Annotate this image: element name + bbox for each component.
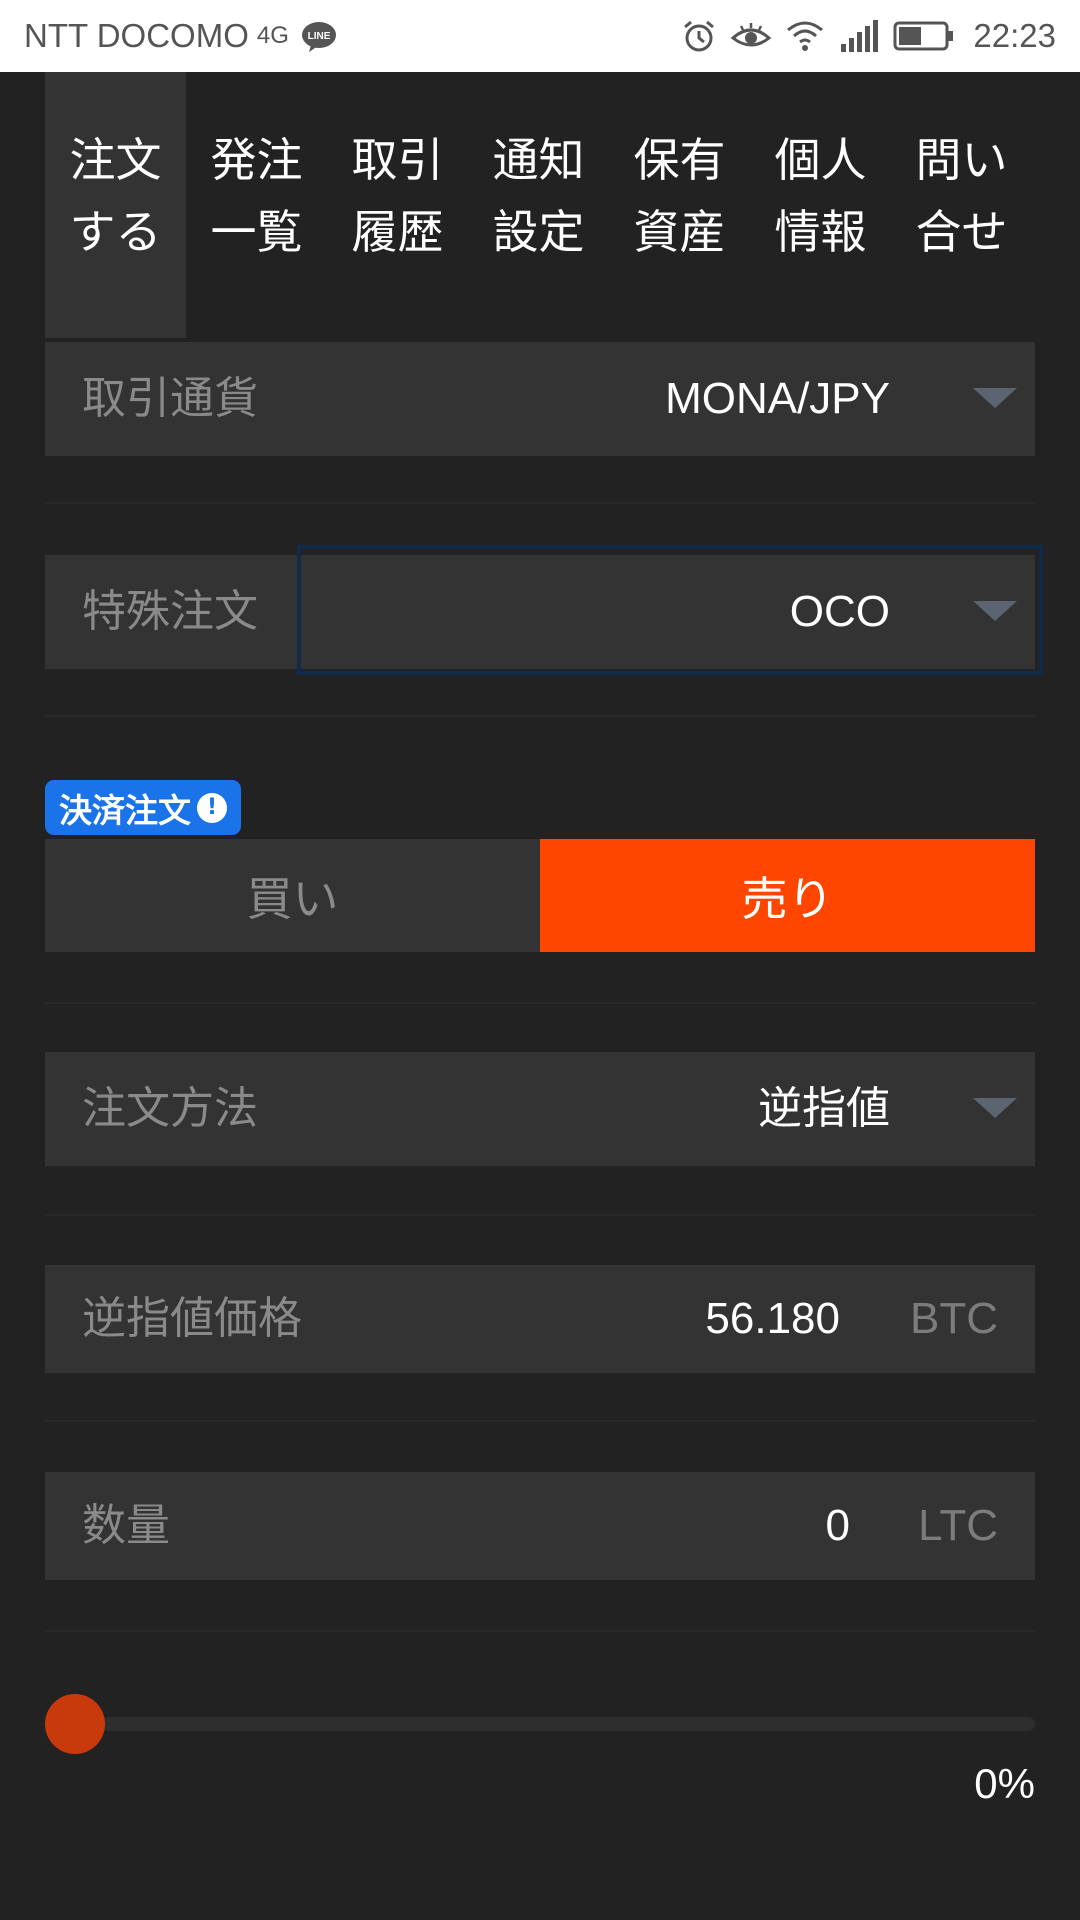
quantity-input[interactable]: 0 — [826, 1472, 850, 1580]
info-icon[interactable]: ! — [197, 792, 227, 823]
tab-trade-history[interactable]: 取引 履歴 — [327, 72, 468, 338]
order-method-select[interactable]: 注文方法 逆指値 — [45, 1052, 1035, 1166]
order-method-label: 注文方法 — [82, 1083, 258, 1134]
order-method-value: 逆指値 — [758, 1084, 890, 1133]
divider — [45, 1002, 1035, 1004]
quantity-field[interactable]: 数量 0 LTC — [45, 1472, 1035, 1580]
tab-place-order[interactable]: 注文 する — [45, 72, 186, 338]
alarm-icon — [684, 20, 715, 52]
tab-label-line1: 発注 — [210, 133, 303, 187]
battery-icon — [893, 21, 954, 51]
tab-personal-info[interactable]: 個人 情報 — [750, 72, 891, 338]
tab-label-line1: 取引 — [351, 133, 444, 187]
eye-icon — [731, 23, 772, 47]
network-type: 4G — [256, 22, 289, 49]
divider — [45, 1420, 1035, 1422]
tab-label-line1: 問い — [915, 133, 1008, 187]
buy-button[interactable]: 買い — [45, 839, 540, 952]
clock-time: 22:23 — [973, 17, 1056, 54]
tab-label-line2: する — [69, 205, 162, 259]
tab-label-line1: 保有 — [633, 133, 726, 187]
tab-notification-settings[interactable]: 通知 設定 — [468, 72, 609, 338]
chevron-down-icon — [973, 1098, 1017, 1118]
carrier-name: NTT DOCOMO — [24, 17, 249, 54]
tab-label-line2: 設定 — [492, 205, 585, 259]
signal-icon — [841, 20, 879, 52]
tab-label-line1: 個人 — [774, 133, 867, 187]
pair-select[interactable]: 取引通貨 MONA/JPY — [45, 342, 1035, 456]
side-toggle: 買い 売り — [45, 839, 1035, 952]
pair-value: MONA/JPY — [665, 374, 890, 423]
divider — [45, 1630, 1035, 1632]
quantity-unit: LTC — [918, 1501, 998, 1550]
tab-label-line2: 資産 — [633, 205, 726, 259]
tab-label-line2: 一覧 — [210, 205, 303, 259]
pair-label: 取引通貨 — [82, 373, 258, 424]
sell-button[interactable]: 売り — [540, 839, 1035, 952]
tab-holdings[interactable]: 保有 資産 — [609, 72, 750, 338]
chevron-down-icon — [973, 388, 1017, 408]
tab-label-line2: 合せ — [915, 205, 1008, 259]
tab-label-line1: 通知 — [492, 133, 585, 187]
tab-order-list[interactable]: 発注 一覧 — [186, 72, 327, 338]
quantity-slider-track[interactable] — [80, 1717, 1035, 1731]
quantity-slider-thumb[interactable] — [45, 1694, 105, 1754]
tab-contact[interactable]: 問い 合せ — [891, 72, 1032, 338]
slider-percent: 0% — [974, 1760, 1035, 1807]
line-badge-text: LINE — [308, 31, 331, 42]
stop-price-label: 逆指値価格 — [82, 1293, 302, 1344]
focus-outline — [297, 545, 1043, 675]
divider — [45, 502, 1035, 504]
divider — [45, 715, 1035, 717]
settlement-order-badge[interactable]: 決済注文 ! — [45, 780, 241, 835]
special-order-label: 特殊注文 — [82, 586, 258, 637]
stop-price-unit: BTC — [910, 1294, 998, 1343]
line-app-icon: LINE — [301, 21, 337, 52]
tab-label-line2: 履歴 — [351, 205, 444, 259]
quantity-label: 数量 — [82, 1500, 170, 1551]
divider — [45, 1214, 1035, 1216]
stop-price-input[interactable]: 56.180 — [705, 1265, 840, 1373]
settlement-order-label: 決済注文 — [59, 790, 191, 830]
tab-label-line2: 情報 — [774, 205, 867, 259]
status-bar: NTT DOCOMO 4G LINE 22:23 — [0, 0, 1080, 72]
menu-tabs: 注文 する 発注 一覧 取引 履歴 通知 設定 保有 資産 個人 情報 問い 合… — [45, 72, 1045, 338]
tab-label-line1: 注文 — [69, 133, 162, 187]
wifi-icon — [787, 21, 824, 51]
stop-price-field[interactable]: 逆指値価格 56.180 BTC — [45, 1265, 1035, 1373]
